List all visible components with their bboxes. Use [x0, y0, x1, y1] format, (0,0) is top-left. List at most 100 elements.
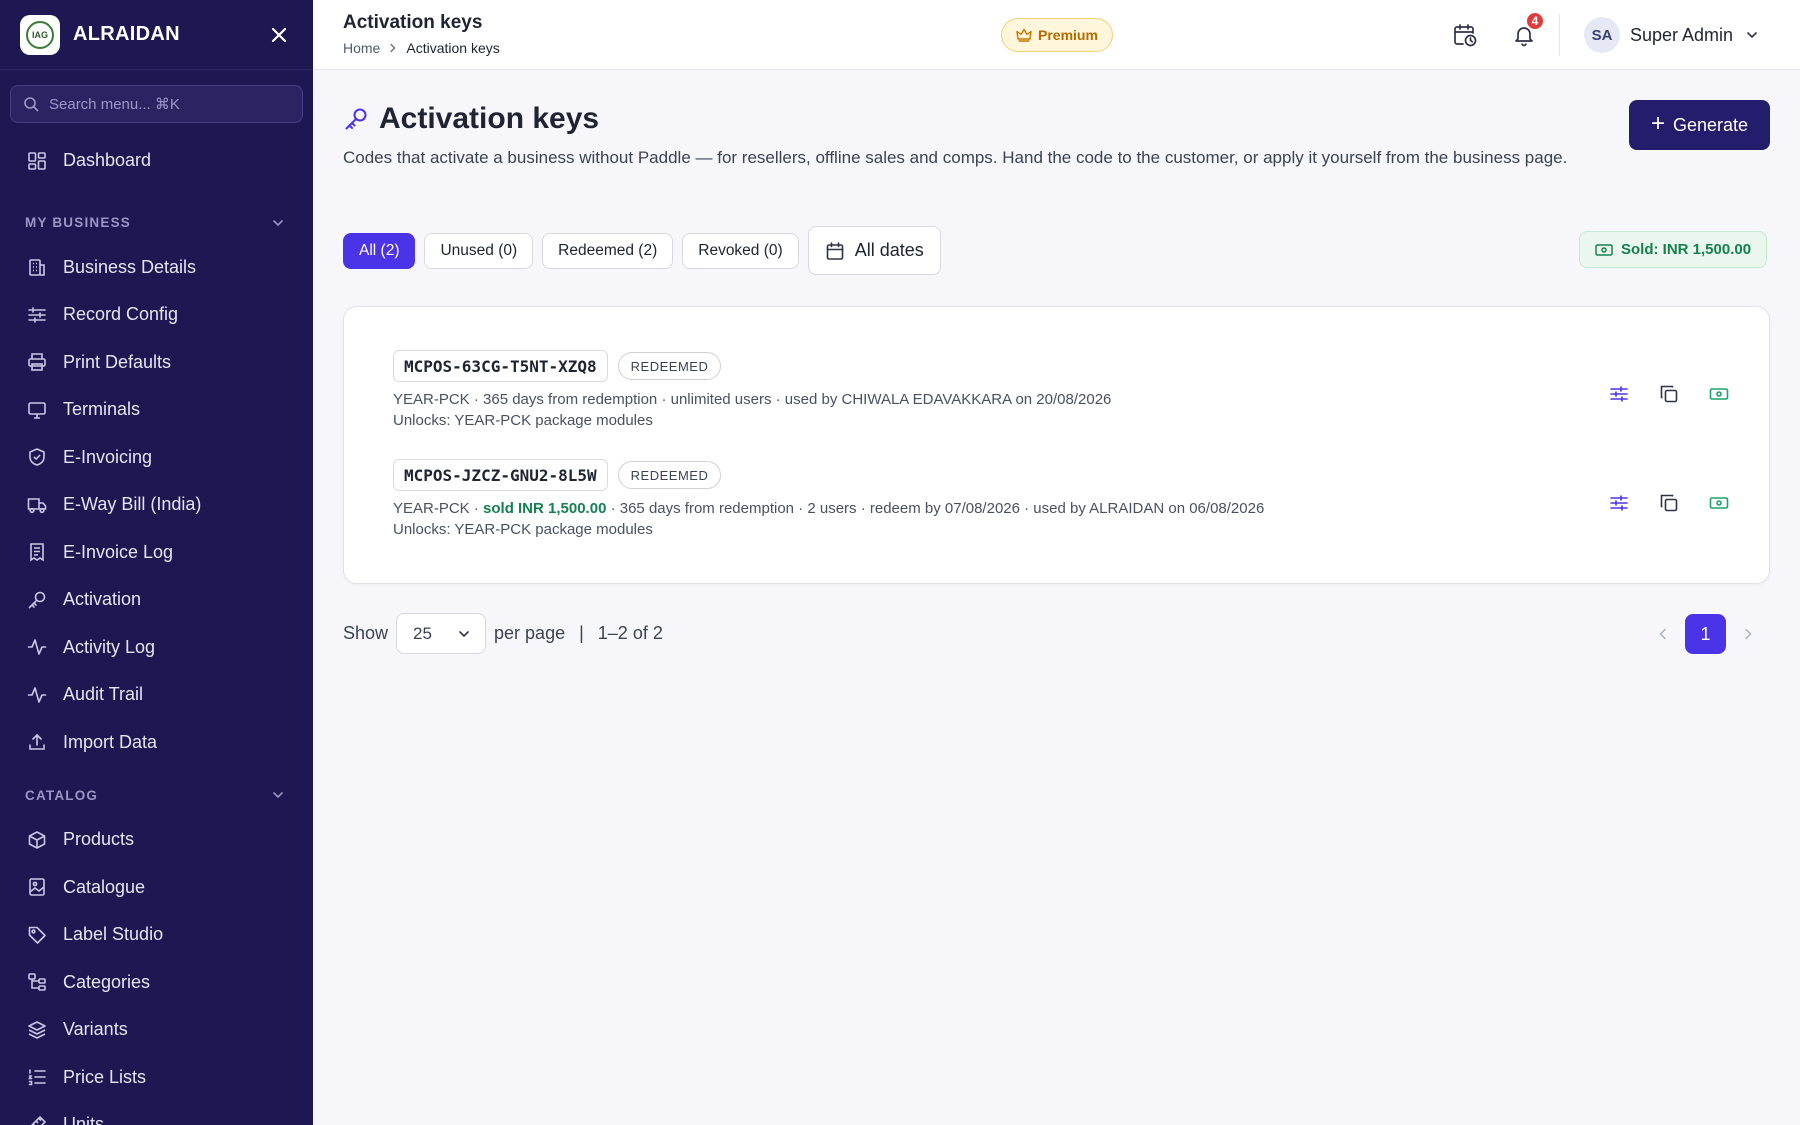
sidebar-item-print-defaults[interactable]: Print Defaults — [0, 339, 313, 387]
filter-tab-redeemed[interactable]: Redeemed (2) — [542, 232, 674, 269]
main-content: Activation keys Codes that activate a bu… — [313, 70, 1800, 1125]
layers-icon — [26, 1019, 48, 1041]
user-name: Super Admin — [1630, 24, 1734, 45]
sidebar-item-e-invoicing[interactable]: E-Invoicing — [0, 434, 313, 482]
activation-code[interactable]: MCPOS-63CG-T5NT-XZQ8 — [393, 350, 608, 382]
premium-label: Premium — [1038, 27, 1098, 43]
truck-icon — [26, 494, 48, 516]
ruler-icon — [26, 1114, 48, 1125]
calendar-clock-icon — [1454, 24, 1477, 47]
sidebar-item-business-details[interactable]: Business Details — [0, 244, 313, 292]
record-sale-button[interactable] — [1705, 489, 1733, 517]
row-actions — [1583, 489, 1733, 517]
generate-button[interactable]: + Generate — [1629, 100, 1770, 150]
prev-page-button[interactable] — [1649, 614, 1677, 654]
status-badge: REDEEMED — [617, 352, 722, 380]
premium-badge[interactable]: Premium — [1001, 18, 1113, 52]
key-meta: YEAR-PCK · 365 days from redemption · un… — [393, 390, 1733, 410]
page-heading: Activation keys — [343, 102, 599, 136]
filter-tab-unused[interactable]: Unused (0) — [424, 232, 534, 269]
chevron-right-icon — [388, 43, 398, 53]
sidebar-item-catalogue[interactable]: Catalogue — [0, 864, 313, 912]
activation-code[interactable]: MCPOS-JZCZ-GNU2-8L5W — [393, 459, 608, 491]
sidebar-item-terminals[interactable]: Terminals — [0, 386, 313, 434]
date-filter-button[interactable]: All dates — [807, 226, 941, 275]
sidebar-item-dashboard[interactable]: Dashboard — [0, 137, 313, 185]
adjust-key-button[interactable] — [1605, 380, 1633, 408]
show-label: Show — [343, 623, 389, 643]
sidebar-item-activity-log[interactable]: Activity Log — [0, 624, 313, 672]
notifications-button[interactable]: 4 — [1509, 11, 1545, 50]
key-meta-package: YEAR-PCK · — [393, 391, 484, 408]
key-icon — [26, 589, 48, 611]
sidebar: IAG ALRAIDAN Dashboard MY BUSINESS Busin… — [0, 0, 313, 1125]
sidebar-item-label: E-Way Bill (India) — [63, 494, 202, 515]
adjust-key-button[interactable] — [1605, 489, 1633, 517]
sidebar-item-categories[interactable]: Categories — [0, 959, 313, 1007]
sidebar-item-label: Price Lists — [63, 1066, 147, 1087]
copy-icon — [1660, 494, 1678, 512]
brand-logo: IAG — [20, 14, 60, 55]
sidebar-item-activation[interactable]: Activation — [0, 576, 313, 624]
sidebar-item-products[interactable]: Products — [0, 816, 313, 864]
calendar-clock-button[interactable] — [1450, 20, 1480, 50]
keys-card: MCPOS-63CG-T5NT-XZQ8 REDEEMED YEAR-PCK ·… — [343, 306, 1770, 584]
pagination-range: 1–2 of 2 — [597, 623, 663, 643]
pulse-icon — [26, 684, 48, 706]
list-ordered-icon — [26, 1066, 48, 1088]
sidebar-item-audit-trail[interactable]: Audit Trail — [0, 671, 313, 719]
activity-icon — [26, 636, 48, 658]
breadcrumb-home[interactable]: Home — [343, 40, 380, 56]
search-menu-input[interactable] — [49, 95, 269, 113]
sidebar-item-import-data[interactable]: Import Data — [0, 719, 313, 767]
row-actions — [1583, 380, 1733, 408]
shield-check-icon — [26, 446, 48, 468]
image-icon — [26, 876, 48, 898]
chevron-down-icon — [1747, 32, 1757, 39]
calendar-icon — [826, 241, 843, 260]
sidebar-item-label: E-Invoicing — [63, 446, 153, 467]
sidebar-item-e-way-bill[interactable]: E-Way Bill (India) — [0, 481, 313, 529]
sidebar-item-label: Audit Trail — [63, 684, 144, 705]
sidebar-item-label: Record Config — [63, 304, 179, 325]
sidebar-item-label: Business Details — [63, 256, 197, 277]
chevron-right-icon — [1745, 628, 1752, 640]
page-button-current[interactable]: 1 — [1685, 614, 1726, 654]
copy-code-button[interactable] — [1655, 380, 1683, 408]
sidebar-item-record-config[interactable]: Record Config — [0, 291, 313, 339]
sidebar-item-label: Catalogue — [63, 876, 146, 897]
section-catalog[interactable]: CATALOG — [0, 766, 313, 816]
header-divider — [1559, 14, 1560, 56]
hierarchy-icon — [26, 971, 48, 993]
filter-tab-revoked[interactable]: Revoked (0) — [682, 232, 799, 269]
section-my-business[interactable]: MY BUSINESS — [0, 194, 313, 244]
sidebar-search[interactable] — [10, 85, 303, 123]
banknote-icon — [1709, 388, 1729, 400]
sliders-icon — [26, 304, 48, 326]
record-sale-button[interactable] — [1705, 380, 1733, 408]
filter-tab-all[interactable]: All (2) — [343, 232, 416, 269]
list-item: MCPOS-63CG-T5NT-XZQ8 REDEEMED YEAR-PCK ·… — [393, 350, 1733, 432]
sidebar-item-price-lists[interactable]: Price Lists — [0, 1054, 313, 1102]
copy-code-button[interactable] — [1655, 489, 1683, 517]
key-icon — [345, 108, 367, 130]
sidebar-item-variants[interactable]: Variants — [0, 1006, 313, 1054]
user-menu[interactable]: SA Super Admin — [1584, 16, 1759, 54]
notification-count-badge: 4 — [1525, 11, 1545, 31]
avatar: SA — [1584, 17, 1620, 53]
next-page-button[interactable] — [1734, 614, 1762, 654]
sidebar-item-label: Import Data — [63, 731, 158, 752]
sliders-icon — [1610, 386, 1628, 402]
close-sidebar-button[interactable] — [265, 21, 293, 49]
sidebar-item-e-invoice-log[interactable]: E-Invoice Log — [0, 529, 313, 577]
sidebar-item-label-studio[interactable]: Label Studio — [0, 911, 313, 959]
filter-bar: All (2) Unused (0) Redeemed (2) Revoked … — [343, 226, 941, 275]
per-page-select[interactable]: 25 — [396, 613, 487, 654]
key-sold-amount: sold INR 1,500.00 — [483, 500, 607, 517]
sidebar-item-units[interactable]: Units — [0, 1101, 313, 1125]
search-icon — [24, 97, 39, 112]
sidebar-item-label: Variants — [63, 1019, 128, 1040]
close-icon — [271, 27, 287, 42]
sidebar-item-label: Activity Log — [63, 636, 156, 657]
sold-total-badge: Sold: INR 1,500.00 — [1579, 231, 1768, 268]
